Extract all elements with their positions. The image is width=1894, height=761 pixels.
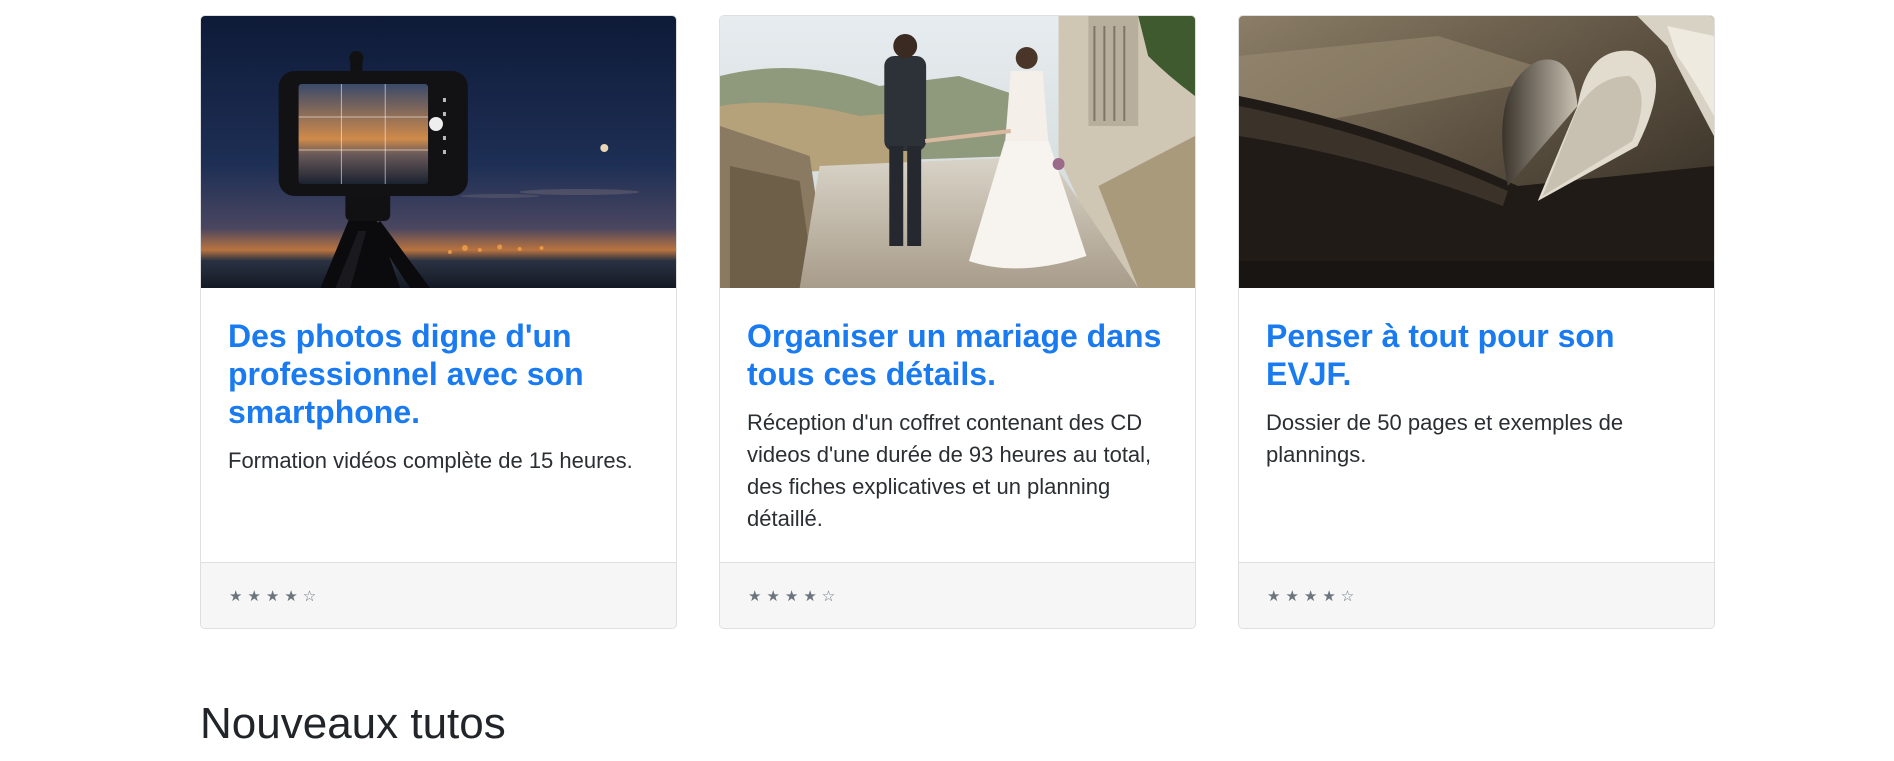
card-title[interactable]: Organiser un mariage dans tous ces détai…	[747, 317, 1169, 393]
wedding-couple-image	[720, 16, 1195, 288]
card-wedding[interactable]: Organiser un mariage dans tous ces détai…	[719, 15, 1196, 629]
star-rating: ★★★★☆	[1267, 587, 1360, 605]
card-footer: ★★★★☆	[201, 562, 676, 628]
card-image-evjf[interactable]	[1239, 16, 1714, 288]
card-smartphone-photo[interactable]: Des photos digne d'un professionnel avec…	[200, 15, 677, 629]
card-footer: ★★★★☆	[1239, 562, 1714, 628]
page: Des photos digne d'un professionnel avec…	[0, 0, 1894, 761]
card-image-wedding[interactable]	[720, 16, 1195, 288]
smartphone-photo-image	[201, 16, 676, 288]
card-title[interactable]: Des photos digne d'un professionnel avec…	[228, 317, 650, 431]
star-rating: ★★★★☆	[748, 587, 841, 605]
star-rating: ★★★★☆	[229, 587, 322, 605]
card-body: Des photos digne d'un professionnel avec…	[201, 288, 676, 562]
card-title[interactable]: Penser à tout pour son EVJF.	[1266, 317, 1688, 393]
section-heading: Nouveaux tutos	[200, 699, 506, 748]
card-description: Formation vidéos complète de 15 heures.	[228, 448, 633, 473]
card-evjf[interactable]: Penser à tout pour son EVJF. Dossier de …	[1238, 15, 1715, 629]
card-body: Penser à tout pour son EVJF. Dossier de …	[1239, 288, 1714, 562]
card-description: Réception d'un coffret contenant des CD …	[747, 410, 1152, 531]
card-image-smartphone[interactable]	[201, 16, 676, 288]
card-body: Organiser un mariage dans tous ces détai…	[720, 288, 1195, 562]
card-description: Dossier de 50 pages et exemples de plann…	[1266, 410, 1624, 467]
card-footer: ★★★★☆	[720, 562, 1195, 628]
book-heart-image	[1239, 16, 1714, 288]
card-deck: Des photos digne d'un professionnel avec…	[200, 15, 1715, 629]
